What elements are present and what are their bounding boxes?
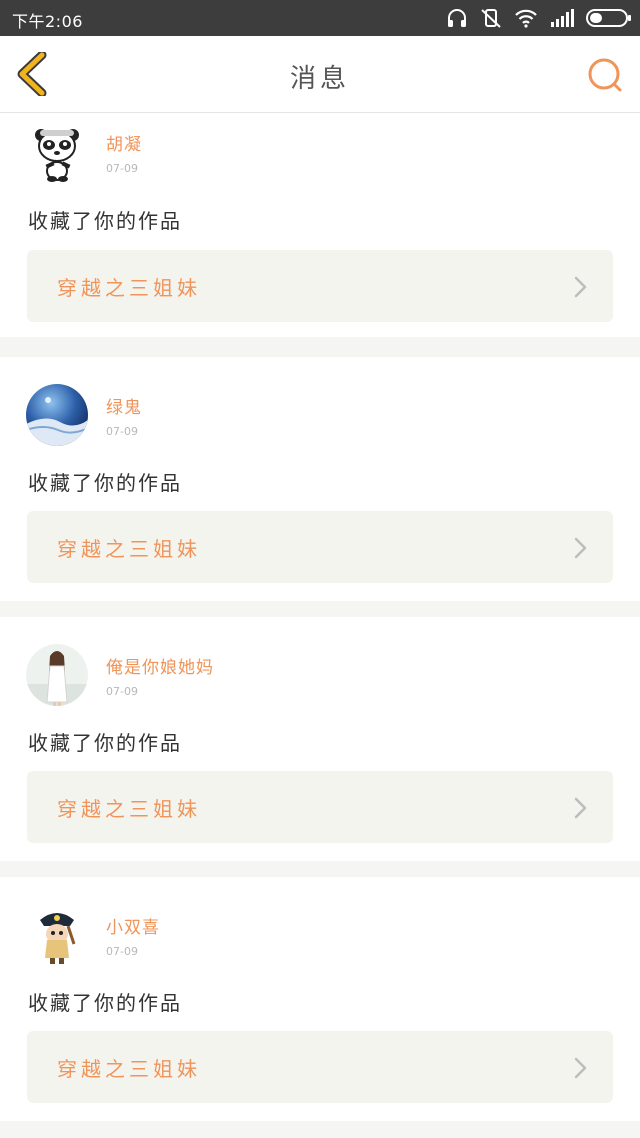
header-bar: 消息 (0, 36, 640, 113)
search-icon (586, 58, 624, 98)
work-title: 穿越之三姐妹 (57, 276, 201, 300)
message-card: 小双喜 07-09 收藏了你的作品 穿越之三姐妹 (0, 877, 640, 1121)
chevron-right-icon (573, 276, 587, 302)
username[interactable]: 俺是你娘她妈 (106, 653, 214, 678)
wifi-icon (514, 8, 538, 28)
username[interactable]: 胡凝 (106, 130, 142, 155)
action-text: 收藏了你的作品 (28, 991, 182, 1015)
work-title: 穿越之三姐妹 (57, 797, 201, 821)
work-link[interactable]: 穿越之三姐妹 (27, 771, 613, 843)
girl-photo-avatar[interactable] (26, 644, 88, 706)
work-title: 穿越之三姐妹 (57, 537, 201, 561)
message-date: 07-09 (106, 425, 138, 438)
search-button[interactable] (586, 56, 624, 94)
headphones-icon (446, 7, 468, 29)
username[interactable]: 小双喜 (106, 913, 160, 938)
work-title: 穿越之三姐妹 (57, 1057, 201, 1081)
action-text: 收藏了你的作品 (28, 209, 182, 233)
chevron-right-icon (573, 537, 587, 563)
work-link[interactable]: 穿越之三姐妹 (27, 1031, 613, 1103)
message-date: 07-09 (106, 945, 138, 958)
pirate-avatar[interactable] (26, 904, 88, 966)
action-text: 收藏了你的作品 (28, 471, 182, 495)
earth-avatar[interactable] (26, 384, 88, 446)
panda-avatar[interactable] (26, 121, 88, 183)
message-date: 07-09 (106, 162, 138, 175)
message-card: 俺是你娘她妈 07-09 收藏了你的作品 穿越之三姐妹 (0, 617, 640, 861)
message-date: 07-09 (106, 685, 138, 698)
status-time: 下午2:06 (12, 12, 83, 31)
mute-vibrate-icon (480, 7, 502, 29)
chevron-right-icon (573, 797, 587, 823)
action-text: 收藏了你的作品 (28, 731, 182, 755)
signal-icon (550, 9, 574, 27)
page-title: 消息 (289, 64, 350, 94)
username[interactable]: 绿鬼 (106, 393, 142, 418)
message-card: 绿鬼 07-09 收藏了你的作品 穿越之三姐妹 (0, 357, 640, 601)
chevron-right-icon (573, 1057, 587, 1083)
status-icons (446, 6, 632, 30)
status-bar: 下午2:06 (0, 0, 640, 36)
battery-icon (586, 8, 632, 28)
work-link[interactable]: 穿越之三姐妹 (27, 250, 613, 322)
work-link[interactable]: 穿越之三姐妹 (27, 511, 613, 583)
message-card: 胡凝 07-09 收藏了你的作品 穿越之三姐妹 (0, 113, 640, 337)
